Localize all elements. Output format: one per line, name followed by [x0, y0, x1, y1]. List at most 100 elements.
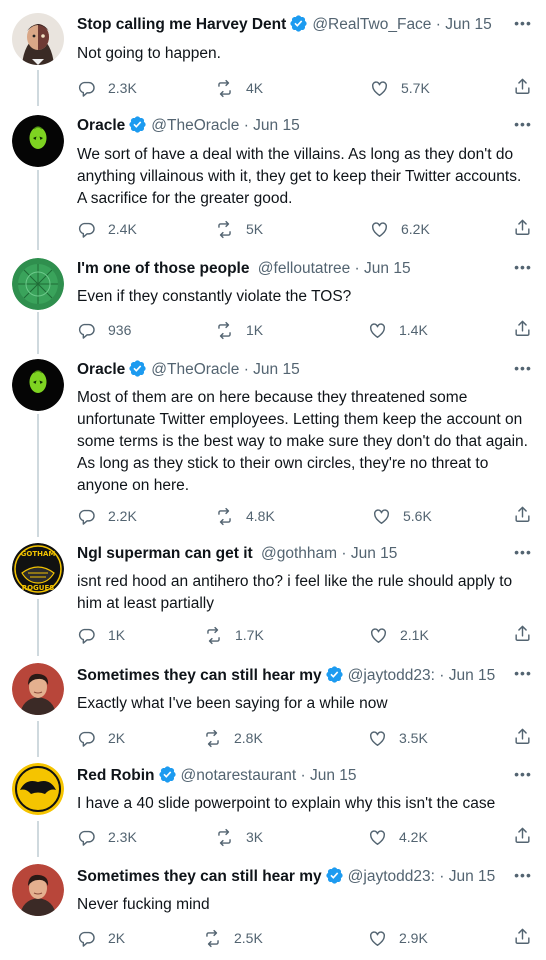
avatar[interactable]	[12, 258, 64, 310]
like-button[interactable]: 5.7K	[370, 77, 430, 99]
share-button[interactable]	[513, 727, 532, 751]
tweet-date[interactable]: Jun 15	[253, 117, 300, 134]
tweet[interactable]: Oracle @TheOracle · Jun 15 ••• Most of th…	[0, 354, 546, 537]
handle[interactable]: @jaytodd23:	[348, 667, 435, 684]
like-button[interactable]: 5.6K	[372, 505, 432, 527]
reply-button[interactable]: 2.2K	[77, 505, 137, 527]
reply-button[interactable]: 1K	[77, 624, 125, 646]
like-button[interactable]: 3.5K	[368, 727, 428, 749]
separator-dot: ·	[435, 16, 441, 33]
tweet-actions: 2.3K 4K 5.7K	[77, 77, 532, 99]
avatar-jason-todd-image	[12, 864, 64, 916]
display-name[interactable]: Red Robin	[77, 767, 155, 784]
display-name[interactable]: Oracle	[77, 117, 125, 134]
share-icon	[515, 928, 530, 944]
verified-badge-icon	[325, 866, 344, 885]
tweet[interactable]: I'm one of those people @felloutatree · …	[0, 250, 546, 354]
more-options-icon[interactable]: •••	[513, 16, 533, 32]
retweet-count: 4K	[246, 80, 264, 96]
more-options-icon[interactable]: •••	[513, 868, 533, 884]
avatar[interactable]	[12, 13, 64, 65]
display-name[interactable]: Oracle	[77, 361, 125, 378]
handle[interactable]: @RealTwo_Face	[312, 16, 431, 33]
handle[interactable]: @TheOracle	[151, 361, 239, 378]
avatar[interactable]	[12, 763, 64, 815]
reply-icon	[78, 81, 95, 97]
retweet-button[interactable]: 3K	[215, 826, 263, 848]
tweet[interactable]: Oracle @TheOracle · Jun 15 ••• We sort of…	[0, 106, 546, 250]
tweet[interactable]: Red Robin @notarestaurant · Jun 15 ••• I …	[0, 757, 546, 857]
like-button[interactable]: 6.2K	[370, 218, 430, 240]
tweet[interactable]: Stop calling me Harvey Dent @RealTwo_Face…	[0, 0, 546, 106]
handle[interactable]: @notarestaurant	[181, 767, 297, 784]
share-button[interactable]	[513, 624, 532, 648]
reply-button[interactable]: 2K	[77, 927, 125, 949]
like-icon	[370, 730, 385, 746]
share-button[interactable]	[513, 77, 532, 101]
more-options-icon[interactable]: •••	[513, 260, 533, 276]
avatar-jason-todd-image	[12, 663, 64, 715]
reply-button[interactable]: 2.3K	[77, 77, 137, 99]
like-button[interactable]: 4.2K	[368, 826, 428, 848]
more-options-icon[interactable]: •••	[513, 117, 533, 133]
retweet-count: 4.8K	[246, 508, 275, 524]
retweet-button[interactable]: 4K	[215, 77, 263, 99]
retweet-icon	[218, 507, 231, 525]
avatar[interactable]: GOTHAM ROGUES	[12, 543, 64, 595]
share-button[interactable]	[513, 927, 532, 951]
retweet-button[interactable]: 2.5K	[203, 927, 263, 949]
share-button[interactable]	[513, 826, 532, 850]
avatar[interactable]	[12, 115, 64, 167]
retweet-button[interactable]: 5K	[215, 218, 263, 240]
avatar[interactable]	[12, 864, 64, 916]
retweet-button[interactable]: 2.8K	[203, 727, 263, 749]
share-button[interactable]	[513, 218, 532, 242]
like-icon	[372, 80, 387, 96]
avatar-two-face-image	[12, 13, 64, 65]
tweet[interactable]: Sometimes they can still hear my @jaytodd…	[0, 857, 546, 960]
avatar[interactable]	[12, 663, 64, 715]
handle[interactable]: @felloutatree	[258, 260, 350, 277]
tweet-date[interactable]: Jun 15	[445, 16, 492, 33]
share-button[interactable]	[513, 505, 532, 529]
display-name[interactable]: I'm one of those people	[77, 260, 249, 277]
more-options-icon[interactable]: •••	[513, 767, 533, 783]
tweet-date[interactable]: Jun 15	[351, 545, 398, 562]
more-options-icon[interactable]: •••	[513, 545, 533, 561]
avatar[interactable]	[12, 359, 64, 411]
tweet[interactable]: GOTHAM ROGUES Ngl superman can get it @g…	[0, 537, 546, 656]
reply-button[interactable]: 2.3K	[77, 826, 137, 848]
retweet-button[interactable]: 1.7K	[204, 624, 264, 646]
verified-badge-icon	[325, 665, 344, 684]
more-options-icon[interactable]: •••	[513, 361, 533, 377]
display-name[interactable]: Ngl superman can get it	[77, 545, 253, 562]
retweet-button[interactable]: 1K	[215, 319, 263, 341]
tweet-date[interactable]: Jun 15	[449, 868, 496, 885]
tweet-date[interactable]: Jun 15	[449, 667, 496, 684]
reply-button[interactable]: 2.4K	[77, 218, 137, 240]
handle[interactable]: @jaytodd23:	[348, 868, 435, 885]
tweet-header: Ngl superman can get it @gothham · Jun 1…	[77, 543, 506, 565]
reply-icon	[78, 731, 95, 747]
handle[interactable]: @TheOracle	[151, 117, 239, 134]
display-name[interactable]: Sometimes they can still hear my	[77, 868, 322, 885]
tweet-date[interactable]: Jun 15	[310, 767, 357, 784]
share-icon	[515, 728, 530, 744]
tweet-date[interactable]: Jun 15	[253, 361, 300, 378]
reply-button[interactable]: 936	[77, 319, 131, 341]
display-name[interactable]: Sometimes they can still hear my	[77, 667, 322, 684]
like-button[interactable]: 1.4K	[368, 319, 428, 341]
retweet-button[interactable]: 4.8K	[215, 505, 275, 527]
like-button[interactable]: 2.1K	[369, 624, 429, 646]
tweet-date[interactable]: Jun 15	[364, 260, 411, 277]
share-button[interactable]	[513, 319, 532, 343]
handle[interactable]: @gothham	[261, 545, 337, 562]
tweet-header: I'm one of those people @felloutatree · …	[77, 258, 506, 280]
tweet[interactable]: Sometimes they can still hear my @jaytodd…	[0, 656, 546, 757]
more-options-icon[interactable]: •••	[513, 666, 533, 682]
reply-button[interactable]: 2K	[77, 727, 125, 749]
reply-count: 936	[108, 322, 132, 338]
like-button[interactable]: 2.9K	[368, 927, 428, 949]
display-name[interactable]: Stop calling me Harvey Dent	[77, 16, 286, 33]
reply-count: 2.2K	[108, 508, 137, 524]
